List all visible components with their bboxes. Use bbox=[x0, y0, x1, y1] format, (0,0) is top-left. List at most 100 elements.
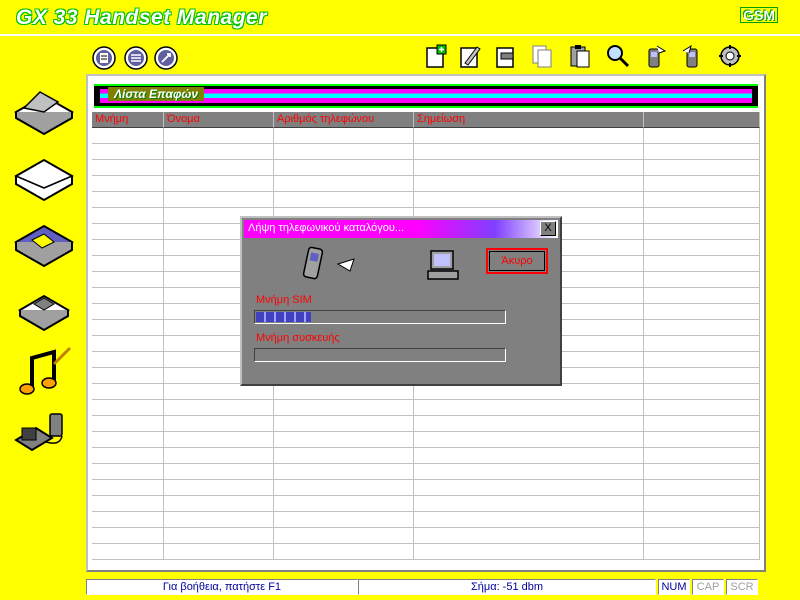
table-cell[interactable] bbox=[644, 448, 760, 464]
table-cell[interactable] bbox=[92, 512, 164, 528]
table-cell[interactable] bbox=[644, 528, 760, 544]
table-cell[interactable] bbox=[92, 432, 164, 448]
sidebar-item-images[interactable] bbox=[8, 212, 78, 272]
pc-to-phone-button[interactable] bbox=[678, 42, 706, 70]
table-cell[interactable] bbox=[644, 384, 760, 400]
table-row[interactable] bbox=[92, 544, 760, 560]
table-cell[interactable] bbox=[92, 384, 164, 400]
table-cell[interactable] bbox=[274, 496, 414, 512]
table-cell[interactable] bbox=[414, 432, 644, 448]
table-cell[interactable] bbox=[644, 272, 760, 288]
table-cell[interactable] bbox=[414, 128, 644, 144]
table-cell[interactable] bbox=[164, 192, 274, 208]
table-cell[interactable] bbox=[414, 176, 644, 192]
table-cell[interactable] bbox=[644, 496, 760, 512]
table-cell[interactable] bbox=[274, 528, 414, 544]
table-cell[interactable] bbox=[164, 160, 274, 176]
table-cell[interactable] bbox=[274, 144, 414, 160]
transfer-button[interactable] bbox=[122, 44, 150, 72]
table-cell[interactable] bbox=[164, 176, 274, 192]
download-button[interactable] bbox=[90, 44, 118, 72]
table-cell[interactable] bbox=[414, 512, 644, 528]
table-cell[interactable] bbox=[92, 144, 164, 160]
table-cell[interactable] bbox=[92, 448, 164, 464]
table-cell[interactable] bbox=[644, 224, 760, 240]
table-cell[interactable] bbox=[414, 544, 644, 560]
table-cell[interactable] bbox=[644, 208, 760, 224]
table-cell[interactable] bbox=[164, 400, 274, 416]
table-cell[interactable] bbox=[92, 400, 164, 416]
table-row[interactable] bbox=[92, 416, 760, 432]
table-cell[interactable] bbox=[414, 400, 644, 416]
table-row[interactable] bbox=[92, 128, 760, 144]
table-cell[interactable] bbox=[644, 256, 760, 272]
table-cell[interactable] bbox=[92, 352, 164, 368]
table-cell[interactable] bbox=[644, 176, 760, 192]
table-cell[interactable] bbox=[164, 528, 274, 544]
table-cell[interactable] bbox=[414, 192, 644, 208]
table-cell[interactable] bbox=[414, 416, 644, 432]
edit-entry-button[interactable] bbox=[456, 42, 484, 70]
table-cell[interactable] bbox=[92, 208, 164, 224]
table-cell[interactable] bbox=[92, 224, 164, 240]
tools-button[interactable] bbox=[716, 42, 744, 70]
table-cell[interactable] bbox=[414, 384, 644, 400]
table-row[interactable] bbox=[92, 144, 760, 160]
table-row[interactable] bbox=[92, 512, 760, 528]
table-row[interactable] bbox=[92, 176, 760, 192]
table-cell[interactable] bbox=[164, 448, 274, 464]
table-cell[interactable] bbox=[644, 320, 760, 336]
column-header-phone[interactable]: Αριθμός τηλεφώνου bbox=[274, 112, 414, 128]
table-cell[interactable] bbox=[274, 400, 414, 416]
table-cell[interactable] bbox=[644, 512, 760, 528]
table-cell[interactable] bbox=[92, 320, 164, 336]
table-cell[interactable] bbox=[92, 272, 164, 288]
table-cell[interactable] bbox=[644, 368, 760, 384]
column-header-extra[interactable] bbox=[644, 112, 760, 128]
table-cell[interactable] bbox=[274, 480, 414, 496]
table-cell[interactable] bbox=[644, 480, 760, 496]
sidebar-item-phonebook[interactable] bbox=[8, 80, 78, 140]
table-cell[interactable] bbox=[274, 416, 414, 432]
paste-entry-button[interactable] bbox=[566, 42, 594, 70]
table-cell[interactable] bbox=[92, 544, 164, 560]
cancel-button[interactable]: Άκυρο bbox=[486, 248, 548, 274]
table-row[interactable] bbox=[92, 464, 760, 480]
settings-button[interactable] bbox=[152, 44, 180, 72]
table-cell[interactable] bbox=[92, 464, 164, 480]
table-cell[interactable] bbox=[274, 464, 414, 480]
table-cell[interactable] bbox=[92, 288, 164, 304]
delete-entry-button[interactable] bbox=[492, 42, 520, 70]
table-cell[interactable] bbox=[164, 480, 274, 496]
table-cell[interactable] bbox=[274, 128, 414, 144]
table-cell[interactable] bbox=[164, 464, 274, 480]
table-cell[interactable] bbox=[414, 144, 644, 160]
table-cell[interactable] bbox=[644, 432, 760, 448]
table-cell[interactable] bbox=[644, 240, 760, 256]
table-row[interactable] bbox=[92, 480, 760, 496]
table-cell[interactable] bbox=[644, 416, 760, 432]
table-cell[interactable] bbox=[644, 544, 760, 560]
table-cell[interactable] bbox=[92, 336, 164, 352]
table-cell[interactable] bbox=[164, 128, 274, 144]
table-row[interactable] bbox=[92, 160, 760, 176]
table-cell[interactable] bbox=[414, 448, 644, 464]
search-button[interactable] bbox=[604, 42, 632, 70]
sidebar-item-melodies[interactable] bbox=[8, 342, 78, 402]
table-cell[interactable] bbox=[414, 160, 644, 176]
table-cell[interactable] bbox=[414, 464, 644, 480]
table-cell[interactable] bbox=[92, 368, 164, 384]
sidebar-item-backup[interactable] bbox=[8, 278, 78, 338]
table-row[interactable] bbox=[92, 432, 760, 448]
table-cell[interactable] bbox=[274, 448, 414, 464]
table-cell[interactable] bbox=[164, 416, 274, 432]
table-cell[interactable] bbox=[274, 512, 414, 528]
column-header-name[interactable]: Όνομα bbox=[164, 112, 274, 128]
table-cell[interactable] bbox=[644, 464, 760, 480]
add-entry-button[interactable] bbox=[422, 42, 450, 70]
table-row[interactable] bbox=[92, 496, 760, 512]
table-cell[interactable] bbox=[274, 192, 414, 208]
table-cell[interactable] bbox=[92, 256, 164, 272]
table-cell[interactable] bbox=[274, 544, 414, 560]
table-cell[interactable] bbox=[644, 160, 760, 176]
